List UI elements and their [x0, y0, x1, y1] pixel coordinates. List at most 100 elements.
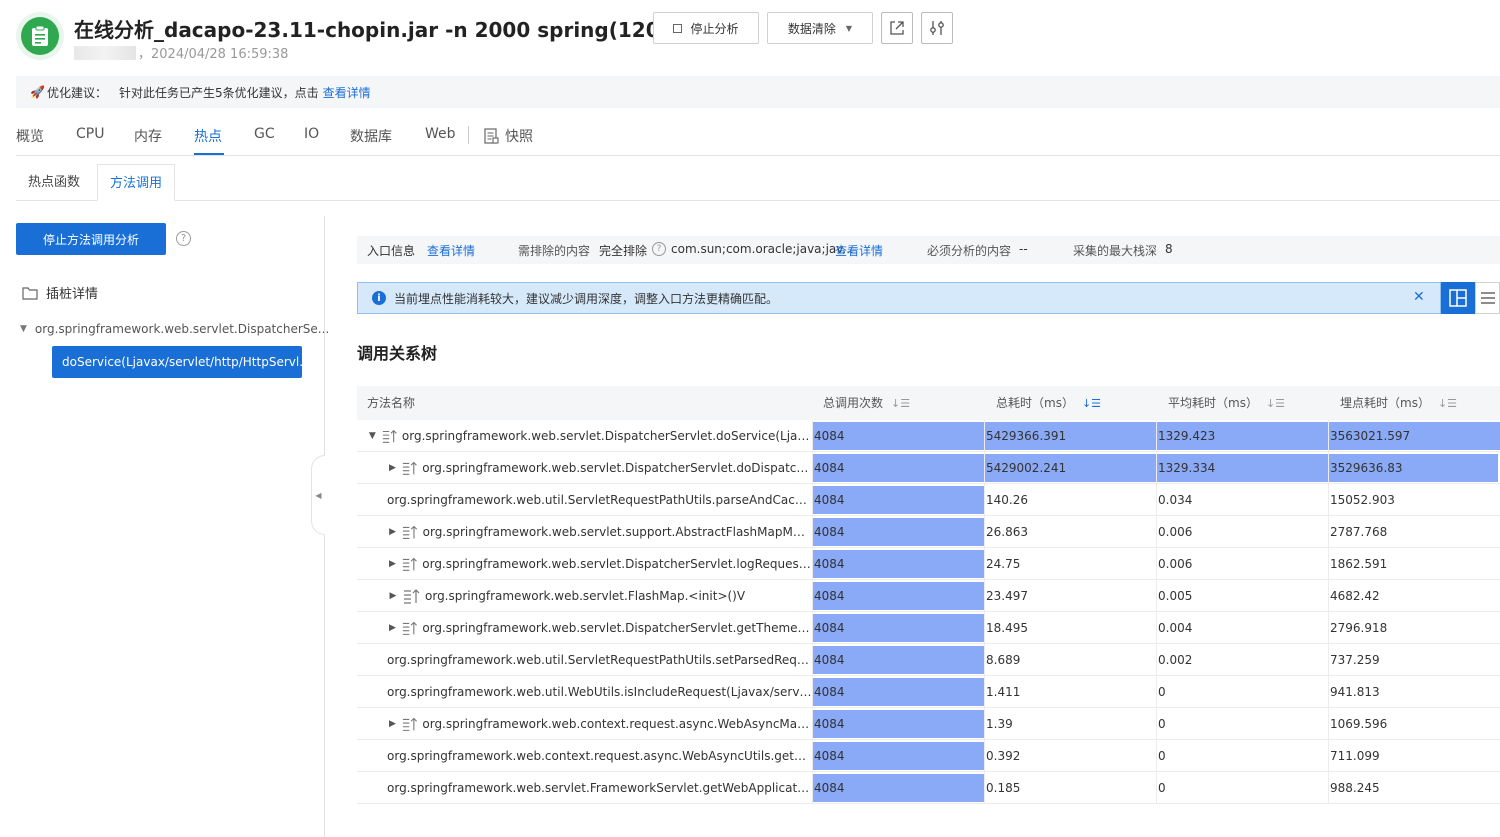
expand-caret-icon[interactable]: ▶: [387, 548, 398, 580]
calls-cell: 4084: [812, 420, 984, 452]
tip-detail-link[interactable]: 查看详情: [323, 84, 371, 101]
external-link-icon: [890, 21, 904, 35]
tracked-cell: 2787.768: [1328, 516, 1500, 548]
stack-trace-icon[interactable]: [382, 428, 398, 444]
table-row[interactable]: org.springframework.web.servlet.Framewor…: [357, 772, 1500, 804]
calls-cell: 4084: [812, 452, 984, 484]
close-icon[interactable]: ✕: [1413, 289, 1425, 305]
stop-analysis-button[interactable]: 停止分析: [653, 12, 759, 44]
sort-icon[interactable]: ↓☰: [891, 387, 910, 421]
tab-web[interactable]: Web: [425, 126, 456, 142]
collapse-caret-icon[interactable]: ▼: [367, 420, 378, 452]
tab-gc[interactable]: GC: [254, 126, 275, 142]
stack-trace-icon[interactable]: [403, 588, 421, 604]
expand-caret-icon[interactable]: ▶: [387, 516, 398, 548]
total-value: 0.392: [986, 749, 1021, 763]
expand-caret-icon[interactable]: ▶: [387, 708, 398, 740]
tree-node-doservice[interactable]: doService(Ljavax/servlet/http/HttpServl.…: [52, 346, 302, 378]
calls-value: 4084: [814, 525, 845, 539]
sort-icon[interactable]: ↓☰: [1438, 387, 1457, 421]
table-row[interactable]: org.springframework.web.util.ServletRequ…: [357, 644, 1500, 676]
stack-trace-icon[interactable]: [402, 556, 418, 572]
stop-icon: [673, 23, 683, 33]
redacted-name: [74, 46, 136, 60]
tab-database[interactable]: 数据库: [350, 126, 392, 146]
table-header: 方法名称 总调用次数 ↓☰ 总耗时（ms） ↓☰ 平均耗时（ms） ↓☰ 埋点耗时（m…: [357, 386, 1500, 420]
avg-value: 0: [1158, 781, 1166, 795]
settings-button[interactable]: [921, 12, 953, 44]
data-clear-dropdown[interactable]: 数据清除 ▼: [767, 12, 873, 44]
table-row[interactable]: ▶ org.springframework.web.context.request…: [357, 708, 1500, 740]
table-row[interactable]: ▶ org.springframework.web.servlet.support…: [357, 516, 1500, 548]
tab-cpu[interactable]: CPU: [76, 126, 104, 142]
tracked-cell: 1862.591: [1328, 548, 1500, 580]
call-tree-title: 调用关系树: [357, 344, 438, 363]
total-value: 5429366.391: [986, 429, 1067, 443]
sort-active-icon[interactable]: ↓☰: [1082, 387, 1101, 421]
entry-detail-link[interactable]: 查看详情: [427, 242, 475, 259]
analysis-info-bar: 入口信息 查看详情 需排除的内容 完全排除 ? com.sun;com.orac…: [357, 236, 1500, 264]
stack-trace-icon[interactable]: [402, 524, 419, 540]
help-icon[interactable]: ?: [176, 231, 191, 246]
method-name-cell: ▶ org.springframework.web.servlet.Dispatc…: [357, 452, 812, 484]
table-row[interactable]: ▶ org.springframework.web.servlet.Dispatc…: [357, 452, 1500, 484]
calls-value: 4084: [814, 685, 845, 699]
table-row[interactable]: org.springframework.web.context.request.…: [357, 740, 1500, 772]
snapshot-icon: [484, 128, 499, 144]
total-cell: 26.863: [984, 516, 1156, 548]
table-row[interactable]: org.springframework.web.util.WebUtils.is…: [357, 676, 1500, 708]
tracked-cell: 15052.903: [1328, 484, 1500, 516]
exclude-help-icon[interactable]: ?: [652, 242, 666, 256]
collapse-panel-handle[interactable]: ◀: [311, 455, 325, 535]
expand-caret-icon[interactable]: ▶: [387, 612, 398, 644]
stack-trace-icon[interactable]: [402, 620, 418, 636]
exclude-detail-link[interactable]: 查看详情: [835, 242, 883, 259]
calls-value: 4084: [814, 621, 845, 635]
task-timestamp: ，2024/04/28 16:59:38: [138, 47, 289, 62]
table-row[interactable]: ▼ org.springframework.web.servlet.Dispatc…: [357, 420, 1500, 452]
tracked-value: 737.259: [1330, 653, 1380, 667]
calls-cell: 4084: [812, 580, 984, 612]
calls-value: 4084: [814, 461, 845, 475]
stack-trace-icon[interactable]: [402, 716, 418, 732]
stack-trace-icon[interactable]: [402, 460, 418, 476]
total-value: 140.26: [986, 493, 1028, 507]
stop-method-analysis-button[interactable]: 停止方法调用分析: [16, 223, 166, 255]
subtab-method-calls[interactable]: 方法调用: [97, 164, 176, 201]
avg-value: 0.002: [1158, 653, 1193, 667]
col-total-calls[interactable]: 总调用次数 ↓☰: [823, 386, 910, 420]
must-analyze-value: --: [1019, 242, 1028, 256]
tracked-value: 941.813: [1330, 685, 1380, 699]
tab-memory[interactable]: 内存: [134, 126, 162, 146]
total-cell: 0.392: [984, 740, 1156, 772]
max-depth-label: 采集的最大栈深: [1073, 244, 1158, 258]
expand-caret-icon[interactable]: ▶: [387, 580, 399, 612]
table-row[interactable]: ▶ org.springframework.web.servlet.Dispatc…: [357, 612, 1500, 644]
col-total-time[interactable]: 总耗时（ms） ↓☰: [996, 386, 1101, 420]
method-name-cell: org.springframework.web.util.ServletRequ…: [357, 644, 812, 676]
tab-hotspot[interactable]: 热点: [194, 126, 222, 146]
tab-overview[interactable]: 概览: [16, 126, 44, 146]
avg-cell: 0: [1156, 772, 1328, 804]
tree-node-dispatcher[interactable]: ▼ org.springframework.web.servlet.Dispat…: [20, 322, 329, 336]
sort-icon[interactable]: ↓☰: [1266, 387, 1285, 421]
method-name-cell: ▶ org.springframework.web.servlet.Dispatc…: [357, 612, 812, 644]
method-name-cell: org.springframework.web.util.ServletRequ…: [357, 484, 812, 516]
table-row[interactable]: ▶ org.springframework.web.servlet.FlashMa…: [357, 580, 1500, 612]
total-value: 1.39: [986, 717, 1013, 731]
tracked-cell: 988.245: [1328, 772, 1500, 804]
expand-caret-icon[interactable]: ▶: [387, 452, 398, 484]
subtab-hot-functions[interactable]: 热点函数: [16, 164, 92, 201]
export-button[interactable]: [881, 12, 913, 44]
list-view-button[interactable]: [1475, 282, 1500, 314]
tab-snapshot[interactable]: 快照: [484, 126, 533, 146]
expand-caret-icon[interactable]: ▼: [20, 324, 27, 334]
tab-io[interactable]: IO: [304, 126, 319, 142]
avg-cell: 0: [1156, 676, 1328, 708]
table-row[interactable]: org.springframework.web.util.ServletRequ…: [357, 484, 1500, 516]
col-avg-time[interactable]: 平均耗时（ms） ↓☰: [1168, 386, 1285, 420]
table-row[interactable]: ▶ org.springframework.web.servlet.Dispatc…: [357, 548, 1500, 580]
exclude-label: 需排除的内容: [518, 244, 591, 258]
col-tracked-time[interactable]: 埋点耗时（ms） ↓☰: [1340, 386, 1457, 420]
grid-view-button[interactable]: [1441, 282, 1475, 314]
